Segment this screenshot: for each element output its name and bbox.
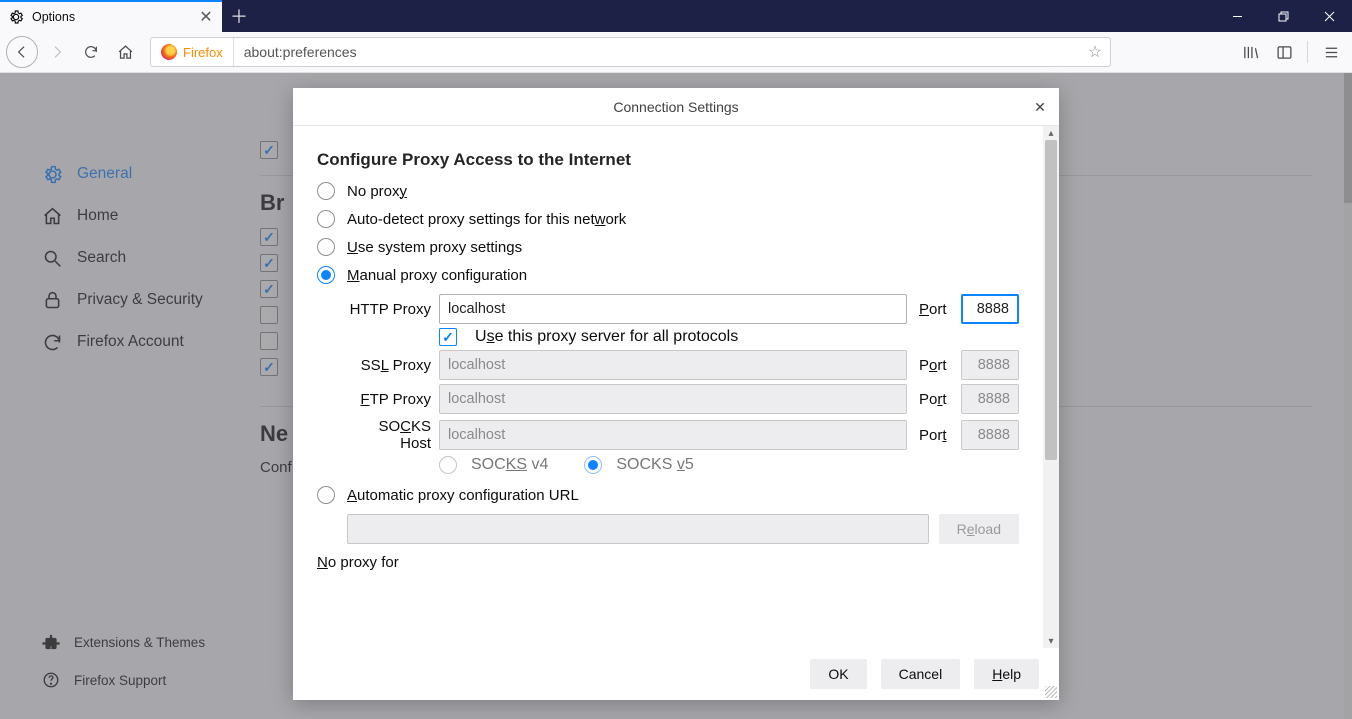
scrollbar-thumb[interactable]: [1045, 140, 1057, 460]
use-for-all-checkbox[interactable]: [439, 328, 457, 346]
cancel-button[interactable]: Cancel: [881, 659, 961, 689]
socks-host-input: [439, 420, 907, 450]
help-button[interactable]: Help: [974, 659, 1039, 689]
use-for-all-label: Use this proxy server for all protocols: [475, 328, 738, 346]
resize-grip-icon[interactable]: [1045, 686, 1057, 698]
pac-url-input: [347, 514, 929, 544]
window-close-button[interactable]: [1306, 0, 1352, 32]
socks4-label: SOCKS v4: [471, 456, 548, 474]
port-label: Port: [919, 427, 953, 444]
navigation-toolbar: Firefox about:preferences ☆: [0, 32, 1352, 73]
firefox-icon: [161, 44, 177, 60]
app-menu-button[interactable]: [1316, 37, 1346, 67]
tab-title: Options: [32, 10, 190, 24]
ftp-proxy-label: FTP Proxy: [345, 391, 431, 408]
connection-settings-dialog: Connection Settings ✕ ▴ ▾ Configure Prox…: [293, 88, 1059, 700]
ftp-proxy-host-input: [439, 384, 907, 414]
radio-manual-proxy[interactable]: Manual proxy configuration: [317, 266, 1019, 284]
radio-auto-detect[interactable]: Auto-detect proxy settings for this netw…: [317, 210, 1019, 228]
radio-icon: [317, 486, 335, 504]
radio-icon: [317, 238, 335, 256]
toolbar-separator: [1307, 41, 1308, 63]
http-proxy-host-input[interactable]: [439, 294, 907, 324]
url-bar[interactable]: Firefox about:preferences ☆: [150, 37, 1111, 67]
radio-icon: [317, 182, 335, 200]
scroll-up-icon[interactable]: ▴: [1043, 126, 1059, 140]
dialog-heading: Configure Proxy Access to the Internet: [317, 150, 1019, 170]
scroll-down-icon[interactable]: ▾: [1043, 634, 1059, 648]
gear-icon: [8, 9, 24, 25]
socks-port-input: [961, 420, 1019, 450]
socks-host-label: SOCKS Host: [345, 418, 431, 452]
reload-pac-button: Reload: [939, 514, 1019, 544]
brand-label: Firefox: [183, 45, 223, 60]
radio-auto-config-url[interactable]: Automatic proxy configuration URL: [317, 486, 1019, 504]
port-label: Port: [919, 301, 953, 318]
ftp-proxy-port-input: [961, 384, 1019, 414]
sidebar-button[interactable]: [1269, 37, 1299, 67]
new-tab-button[interactable]: ＋: [222, 0, 256, 32]
ok-button[interactable]: OK: [810, 659, 866, 689]
ssl-proxy-port-input: [961, 350, 1019, 380]
url-text: about:preferences: [234, 44, 1080, 60]
library-button[interactable]: [1235, 37, 1265, 67]
title-bar: Options ✕ ＋: [0, 0, 1352, 32]
home-button[interactable]: [110, 37, 140, 67]
radio-label: Use system proxy settings: [347, 239, 522, 256]
window-minimize-button[interactable]: [1214, 0, 1260, 32]
port-label: Port: [919, 357, 953, 374]
bookmark-star-icon[interactable]: ☆: [1080, 42, 1110, 62]
port-label: Port: [919, 391, 953, 408]
radio-label: No proxy: [347, 183, 407, 200]
ssl-proxy-host-input: [439, 350, 907, 380]
dialog-scrollbar[interactable]: ▴ ▾: [1043, 126, 1059, 648]
no-proxy-for-label: No proxy for: [317, 554, 1019, 571]
radio-socks4: [439, 456, 457, 474]
socks5-label: SOCKS v5: [616, 456, 693, 474]
site-identity[interactable]: Firefox: [151, 38, 234, 66]
radio-system-proxy[interactable]: Use system proxy settings: [317, 238, 1019, 256]
radio-label: Manual proxy configuration: [347, 267, 527, 284]
window-restore-button[interactable]: [1260, 0, 1306, 32]
http-proxy-port-input[interactable]: [961, 294, 1019, 324]
radio-label: Auto-detect proxy settings for this netw…: [347, 211, 626, 228]
forward-button[interactable]: [42, 37, 72, 67]
radio-socks5: [584, 456, 602, 474]
back-button[interactable]: [6, 36, 38, 68]
reload-button[interactable]: [76, 37, 106, 67]
dialog-title-bar: Connection Settings ✕: [293, 88, 1059, 126]
tab-close-button[interactable]: ✕: [198, 9, 214, 25]
radio-icon: [317, 266, 335, 284]
dialog-close-button[interactable]: ✕: [1027, 94, 1053, 120]
radio-label: Automatic proxy configuration URL: [347, 487, 579, 504]
browser-tab[interactable]: Options ✕: [0, 0, 222, 32]
http-proxy-label: HTTP Proxy: [345, 301, 431, 318]
radio-icon: [317, 210, 335, 228]
ssl-proxy-label: SSL Proxy: [345, 357, 431, 374]
dialog-footer: OK Cancel Help: [293, 648, 1059, 700]
dialog-title: Connection Settings: [613, 99, 738, 115]
radio-no-proxy[interactable]: No proxy: [317, 182, 1019, 200]
